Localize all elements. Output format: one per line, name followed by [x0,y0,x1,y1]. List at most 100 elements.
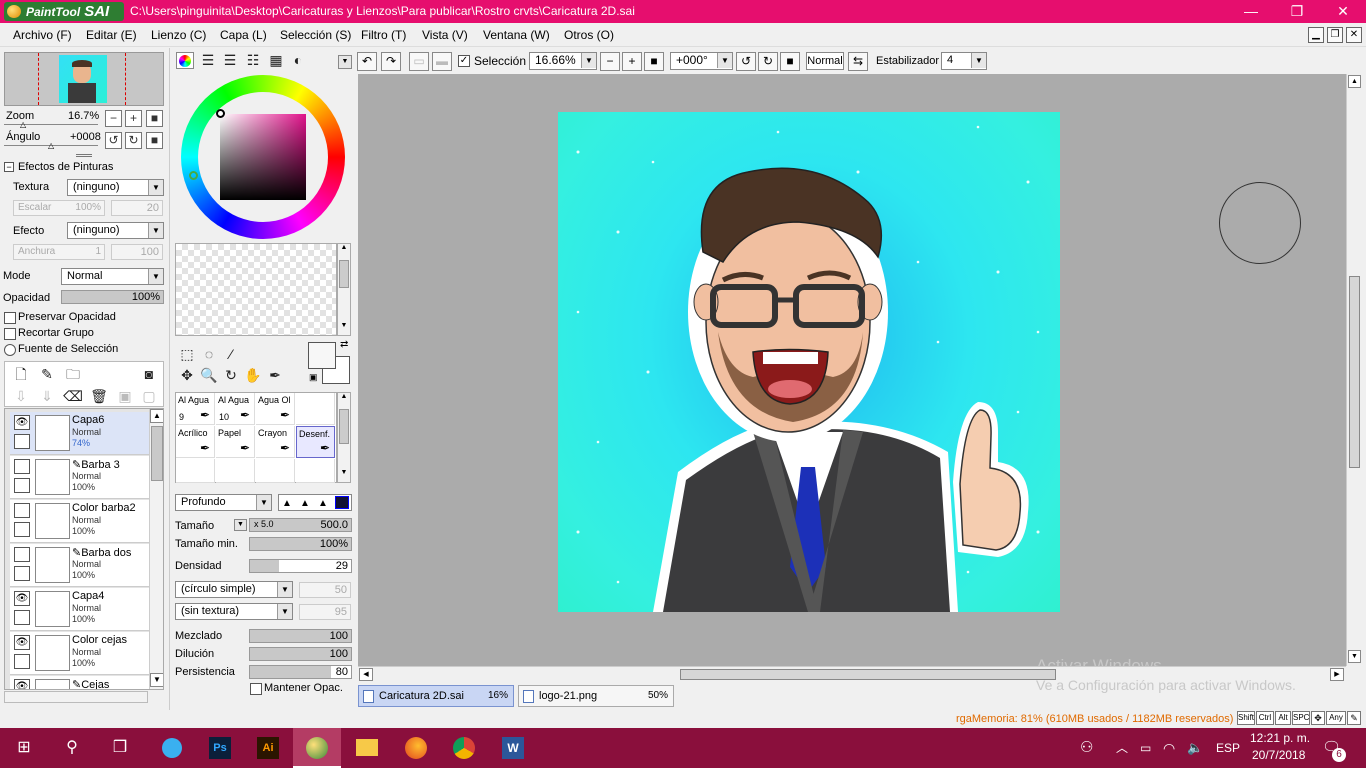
saturation-value-square[interactable] [220,114,306,200]
canvas-area[interactable]: Activar Windows [358,74,1346,675]
angle-select[interactable]: +000° ▼ [670,52,733,70]
invert-selection-button[interactable]: ▬ [432,52,452,71]
selection-source-radio[interactable] [4,344,16,356]
stabilizer-select[interactable]: 4 ▼ [941,52,987,70]
artwork-canvas[interactable] [558,112,1060,612]
visibility-toggle[interactable] [14,547,30,562]
eye-icon[interactable]: 👁 [14,415,30,430]
scroll-left-icon[interactable]: ◀ [359,668,373,681]
toolbar-rotate-reset-button[interactable]: ■ [780,52,800,71]
flip-view-button[interactable]: ⇆ [848,52,868,71]
language-indicator[interactable]: ESP [1216,728,1240,768]
painttool-sai-icon[interactable] [293,728,341,768]
hscroll-thumb[interactable] [680,669,1056,680]
search-icon[interactable]: ⚲ [48,728,96,768]
view-mode-button[interactable]: Normal [806,52,844,70]
preserve-opacity-checkbox[interactable] [4,312,16,324]
brush-slot[interactable]: Desenf. ✒ [296,426,335,458]
layer-row[interactable]: 👁 ✎Cejas [10,676,153,689]
scratchpad-tab[interactable]: ◐ [288,50,308,70]
lasso-select-icon[interactable]: ◌ [199,344,219,364]
undo-button[interactable]: ↶ [357,52,377,71]
opacity-slider[interactable]: 100% [61,290,164,304]
chrome-icon[interactable] [440,728,488,768]
panel-splitter[interactable] [76,154,92,157]
layer-row[interactable]: 👁 Capa4 Normal 100% [10,588,153,631]
app-icon-network[interactable] [148,728,196,768]
clock-time[interactable]: 12:21 p. m. [1250,731,1310,745]
effect-select[interactable]: (ninguno) ▼ [67,222,164,239]
primary-color-swatch[interactable] [308,342,336,369]
visibility-toggle[interactable] [14,459,30,474]
eyedropper-icon[interactable]: ✒ [265,365,285,385]
navigator-preview[interactable] [4,52,164,106]
brush-slot[interactable]: Acrílico ✒ [176,426,215,458]
show-hidden-icons-icon[interactable]: ︿ [1116,728,1128,768]
texture-select[interactable]: (ninguno) ▼ [67,179,164,196]
mdi-minimize-button[interactable]: ▁ [1308,27,1324,43]
zoom-out-button[interactable]: − [105,110,122,127]
scroll-thumb[interactable] [151,426,163,481]
tab-caricatura[interactable]: Caricatura 2D.sai 16% [358,685,514,707]
volume-icon[interactable]: 🔈 [1187,728,1203,768]
lock-toggle[interactable] [14,610,30,625]
transparent-color-icon[interactable]: ▣ [309,372,318,383]
toolbar-zoom-out-button[interactable]: − [600,52,620,71]
layer-hscrollbar[interactable] [4,691,148,703]
scroll-up-icon[interactable]: ▲ [1348,75,1361,88]
brush-texture-select[interactable]: (sin textura) ▼ [175,603,293,620]
rect-select-icon[interactable]: ⬚ [177,344,197,364]
hue-picker-handle[interactable] [189,171,198,180]
eye-icon[interactable]: 👁 [14,679,30,689]
layer-row[interactable]: 👁 Capa6 Normal 74% [10,412,153,455]
delete-mask-icon[interactable]: ▢ [139,386,159,406]
brush-slot[interactable]: Al Agua 10 ✒ [216,393,255,425]
toolbar-zoom-reset-button[interactable]: ■ [644,52,664,71]
lock-toggle[interactable] [14,522,30,537]
zoom-slider-thumb[interactable]: △ [20,120,26,129]
scroll-right-icon[interactable]: ▶ [1330,668,1344,681]
brush-mode-select[interactable]: Profundo ▼ [175,494,272,511]
photoshop-icon[interactable]: Ps [196,728,244,768]
close-button[interactable]: ✕ [1320,0,1366,23]
menu-lienzo[interactable]: Lienzo (C) [151,28,206,42]
windows-start-icon[interactable]: ⊞ [0,728,48,768]
trash-icon[interactable]: 🗑 [89,386,109,406]
color-wheel-tab[interactable] [176,52,194,69]
sv-picker-handle[interactable] [216,109,225,118]
min-size-slider[interactable]: 100% [249,537,352,551]
lock-toggle[interactable] [14,566,30,581]
layer-row[interactable]: 👁 Color cejas Normal 100% [10,632,153,675]
zoom-select[interactable]: 16.66% ▼ [529,52,597,70]
toolbar-rotate-right-button[interactable]: ↻ [758,52,778,71]
blend-slider[interactable]: 100 [249,629,352,643]
scroll-down-icon[interactable]: ▼ [150,673,163,687]
menu-capa[interactable]: Capa (L) [220,28,267,42]
persistence-slider[interactable]: 80 [249,665,352,679]
hsv-slider-tab[interactable]: ☰ [220,50,240,70]
palette-tab[interactable]: ▦ [266,50,286,70]
menu-archivo[interactable]: Archivo (F) [13,28,72,42]
brush-shape-select[interactable]: (círculo simple) ▼ [175,581,293,598]
lock-toggle[interactable] [14,654,30,669]
toolbar-rotate-left-button[interactable]: ↺ [736,52,756,71]
lock-toggle[interactable] [14,478,30,493]
layer-row[interactable]: ✎Barba 3 Normal 100% [10,456,153,499]
file-explorer-icon[interactable] [343,728,391,768]
apply-mask-icon[interactable]: ▣ [115,386,135,406]
clear-layer-icon[interactable]: ⌫ [63,386,83,406]
swap-colors-icon[interactable]: ⇄ [340,339,348,350]
layer-row[interactable]: ✎Barba dos Normal 100% [10,544,153,587]
brush-slot[interactable]: Papel ✒ [216,426,255,458]
zoom-reset-button[interactable]: ■ [146,110,163,127]
transfer-down-icon[interactable]: ⇩ [11,386,31,406]
brush-slot[interactable]: Al Agua 9 ✒ [176,393,215,425]
menu-filtro[interactable]: Filtro (T) [361,28,406,42]
toolbar-zoom-in-button[interactable]: + [622,52,642,71]
new-layer-icon[interactable]: 🗋 [11,364,31,384]
rotate-reset-button[interactable]: ■ [146,132,163,149]
maximize-button[interactable]: ❐ [1274,0,1320,23]
brush-slot[interactable]: Agua Ol ✒ [256,393,295,425]
minimize-button[interactable]: — [1228,0,1274,23]
word-icon[interactable]: W [489,728,537,768]
